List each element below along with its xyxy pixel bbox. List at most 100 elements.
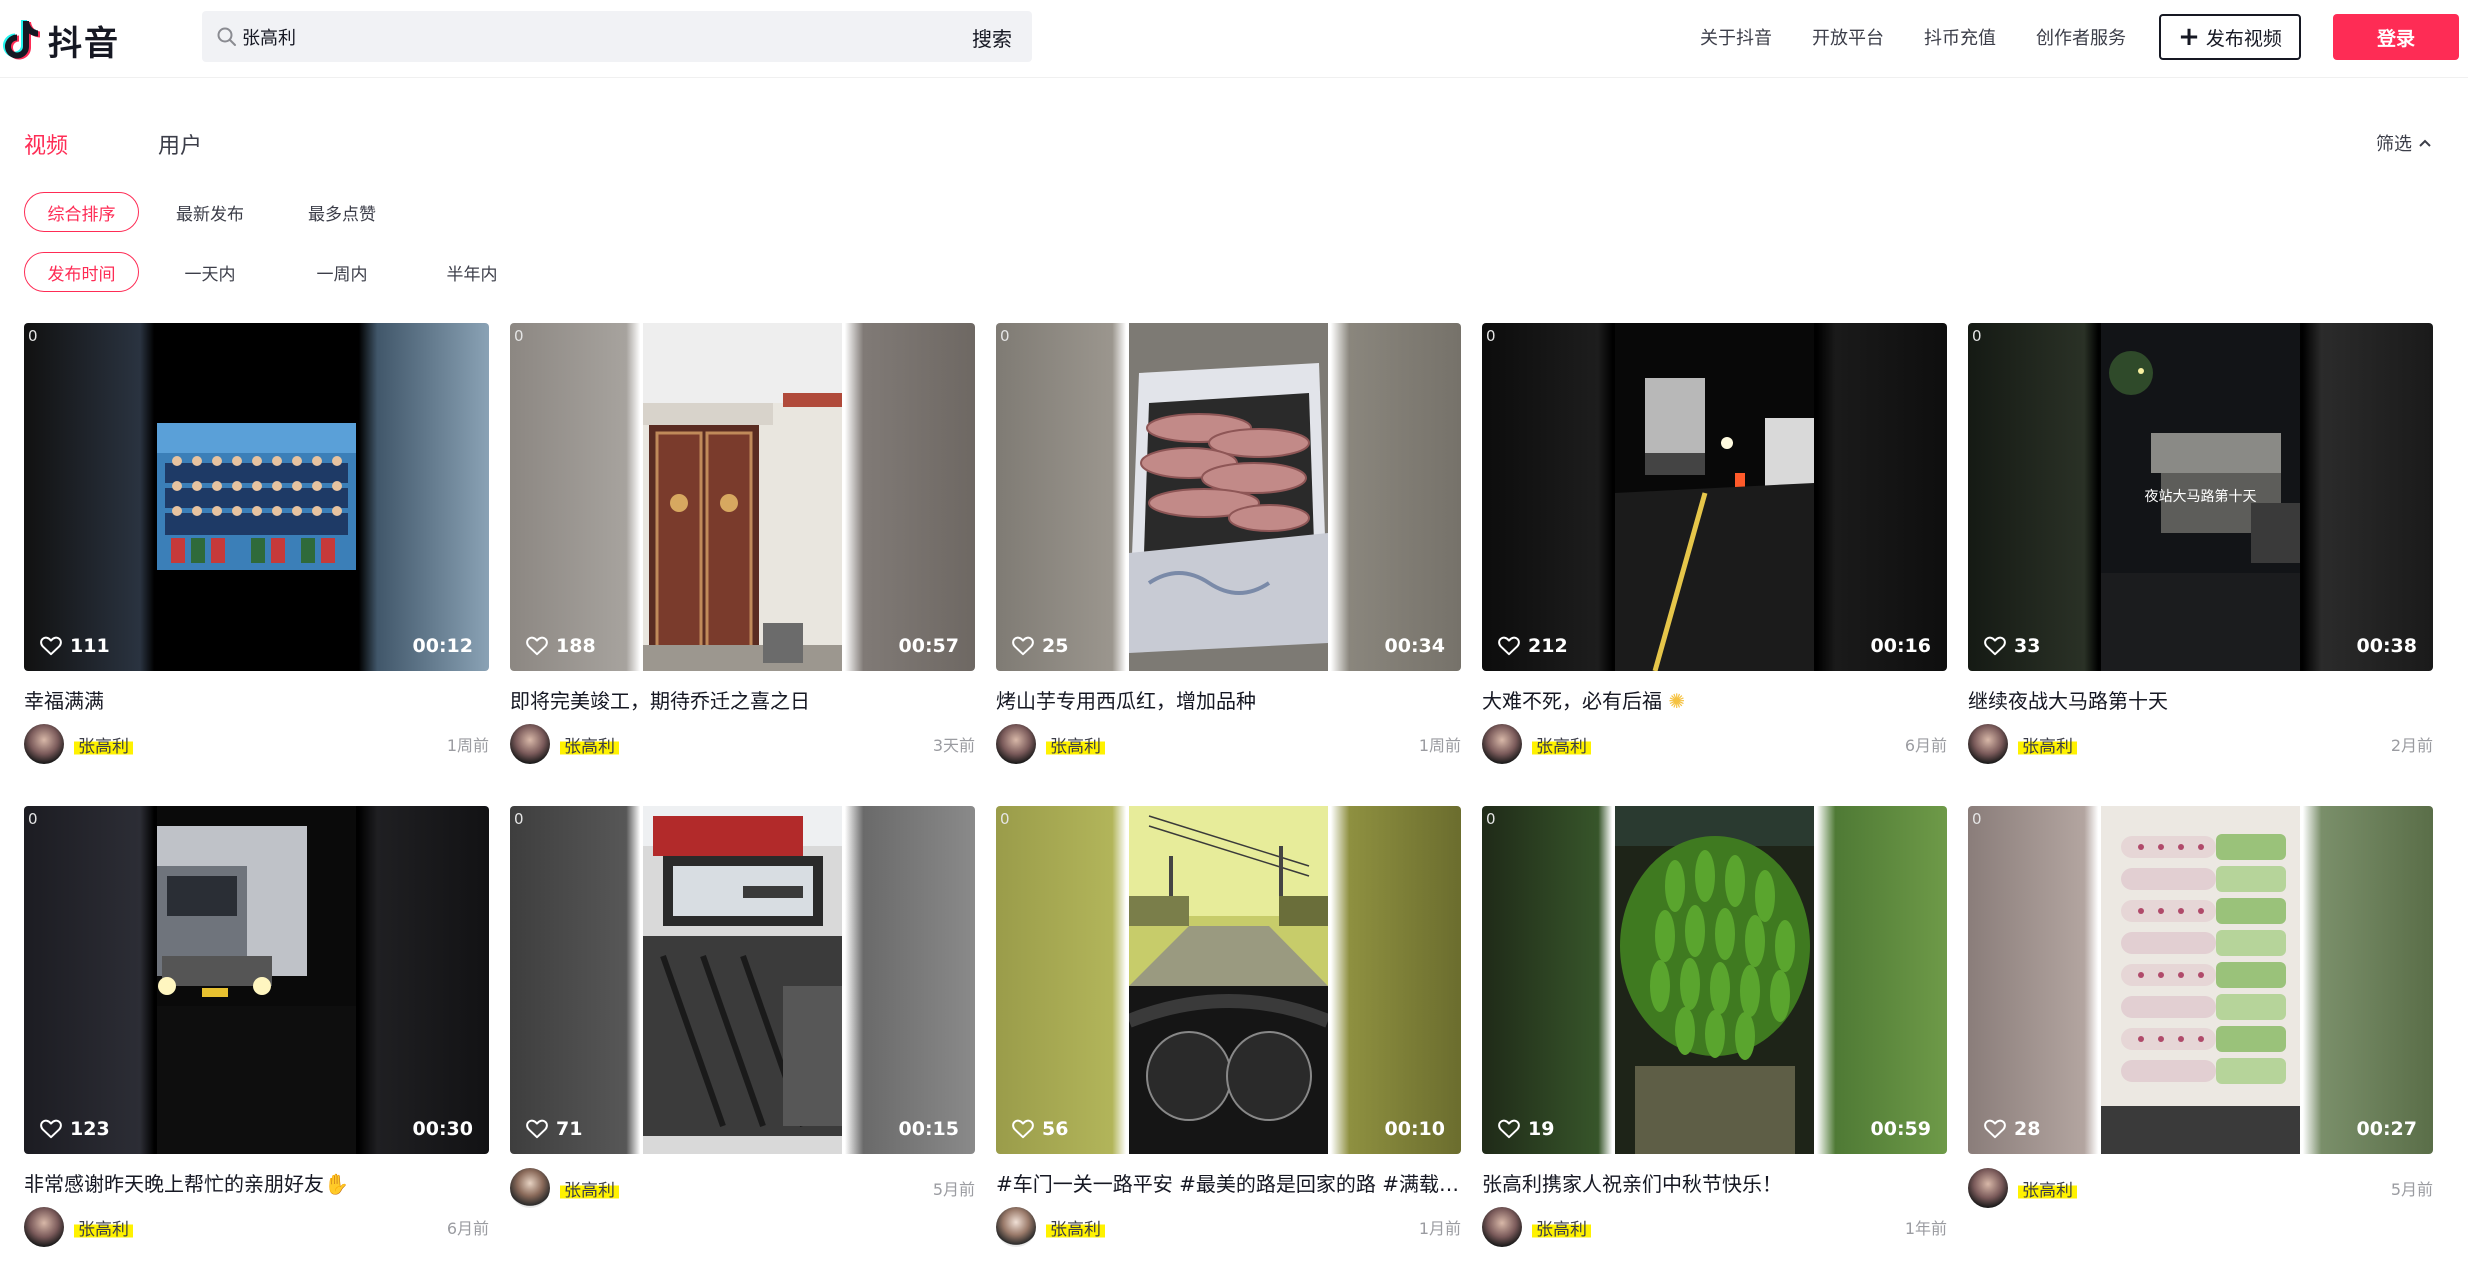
video-card[interactable]: 0 188 00:57 即将完美竣工，期待乔迁之喜之日 张高利 3天前 bbox=[510, 323, 975, 806]
tab-users[interactable]: 用户 bbox=[158, 128, 202, 160]
author-name[interactable]: 张高利 bbox=[1532, 1212, 1591, 1242]
author-name[interactable]: 张高利 bbox=[1532, 729, 1591, 759]
author-name[interactable]: 张高利 bbox=[560, 729, 619, 759]
corner-badge: 0 bbox=[1972, 327, 1982, 345]
filter-toggle[interactable]: 筛选 bbox=[2376, 130, 2432, 156]
time-filter-label[interactable]: 发布时间 bbox=[24, 252, 139, 292]
chevron-up-icon bbox=[2419, 139, 2431, 147]
avatar[interactable] bbox=[24, 1207, 64, 1247]
like-count-value: 111 bbox=[70, 635, 110, 657]
login-button[interactable]: 登录 bbox=[2333, 14, 2459, 60]
door-image bbox=[643, 323, 842, 671]
praying-hands-emoji-icon: ✋ bbox=[324, 1172, 349, 1196]
video-thumbnail[interactable]: 0 19 00:59 bbox=[1482, 806, 1947, 1154]
douyin-logo-icon bbox=[3, 20, 40, 60]
video-thumbnail[interactable]: 0 188 00:57 bbox=[510, 323, 975, 671]
video-card[interactable]: 0 111 00:12 幸福满满 张高利 1周前 bbox=[24, 323, 489, 806]
video-thumbnail[interactable]: 0 123 00:30 bbox=[24, 806, 489, 1154]
avatar[interactable] bbox=[510, 724, 550, 764]
video-thumbnail[interactable]: 0 28 00:27 bbox=[1968, 806, 2433, 1154]
time-half-year[interactable]: 半年内 bbox=[422, 252, 522, 292]
nav-coin-recharge[interactable]: 抖币充值 bbox=[1924, 24, 1996, 50]
author-name[interactable]: 张高利 bbox=[1046, 729, 1105, 759]
video-thumbnail[interactable]: 0 111 00:12 bbox=[24, 323, 489, 671]
author-name[interactable]: 张高利 bbox=[2018, 729, 2077, 759]
author-name[interactable]: 张高利 bbox=[74, 1212, 133, 1242]
video-grid: 0 111 00:12 幸福满满 张高利 1周前 0 188 00:57 即将完… bbox=[24, 323, 2436, 1262]
post-age: 2月前 bbox=[2390, 736, 2433, 755]
avatar[interactable] bbox=[996, 1207, 1036, 1247]
nav-creator-service[interactable]: 创作者服务 bbox=[2036, 24, 2126, 50]
time-one-week[interactable]: 一周内 bbox=[292, 252, 392, 292]
video-card[interactable]: 0 25 00:34 烤山芋专用西瓜红，增加品种 张高利 1周前 bbox=[996, 323, 1461, 806]
video-duration: 00:30 bbox=[412, 1118, 473, 1140]
video-card[interactable]: 夜站大马路第十天 0 33 00:38 继续夜战大马路第十天 张高利 2月前 bbox=[1968, 323, 2433, 806]
sweet-potato-image bbox=[1129, 323, 1328, 671]
sort-most-liked[interactable]: 最多点赞 bbox=[292, 192, 392, 232]
douyin-logo[interactable]: 抖音 bbox=[2, 10, 120, 70]
author-name[interactable]: 张高利 bbox=[560, 1173, 619, 1203]
class-photo-image bbox=[157, 423, 356, 570]
author-name[interactable]: 张高利 bbox=[2018, 1173, 2077, 1203]
video-duration: 00:57 bbox=[898, 635, 959, 657]
avatar[interactable] bbox=[1482, 1207, 1522, 1247]
thumb-frame bbox=[643, 806, 842, 1154]
video-thumbnail[interactable]: 0 212 00:16 bbox=[1482, 323, 1947, 671]
nav-about[interactable]: 关于抖音 bbox=[1700, 24, 1772, 50]
video-thumbnail[interactable]: 夜站大马路第十天 0 33 00:38 bbox=[1968, 323, 2433, 671]
corner-badge: 0 bbox=[514, 327, 524, 345]
avatar[interactable] bbox=[1482, 724, 1522, 764]
video-card[interactable]: 0 71 00:15 张高利 5月前 bbox=[510, 806, 975, 1262]
heart-icon bbox=[1984, 636, 2006, 656]
post-age: 1月前 bbox=[1418, 1219, 1461, 1238]
heart-icon bbox=[40, 636, 62, 656]
tab-videos[interactable]: 视频 bbox=[24, 128, 68, 160]
corn-image bbox=[2101, 806, 2300, 1154]
sort-latest[interactable]: 最新发布 bbox=[160, 192, 260, 232]
video-duration: 00:16 bbox=[1870, 635, 1931, 657]
video-title[interactable]: 继续夜战大马路第十天 bbox=[1968, 685, 2433, 714]
video-thumbnail[interactable]: 0 56 00:10 bbox=[996, 806, 1461, 1154]
nav-open-platform[interactable]: 开放平台 bbox=[1812, 24, 1884, 50]
avatar[interactable] bbox=[1968, 1168, 2008, 1208]
search-button[interactable]: 搜索 bbox=[972, 23, 1012, 52]
search-input[interactable] bbox=[242, 11, 942, 62]
video-card[interactable]: 0 212 00:16 大难不死，必有后福 ✺ 张高利 6月前 bbox=[1482, 323, 1947, 806]
avatar[interactable] bbox=[996, 724, 1036, 764]
like-count: 19 bbox=[1498, 1118, 1554, 1140]
video-thumbnail[interactable]: 0 71 00:15 bbox=[510, 806, 975, 1154]
upload-video-button[interactable]: + 发布视频 bbox=[2159, 14, 2301, 60]
avatar[interactable] bbox=[1968, 724, 2008, 764]
post-age: 1年前 bbox=[1904, 1219, 1947, 1238]
video-card[interactable]: 0 19 00:59 张高利携家人祝亲们中秋节快乐！ 张高利 1年前 bbox=[1482, 806, 1947, 1262]
author-name[interactable]: 张高利 bbox=[1046, 1212, 1105, 1242]
thumb-frame bbox=[1615, 806, 1814, 1154]
author-row: 张高利 6月前 bbox=[1482, 724, 1947, 764]
video-title[interactable]: 烤山芋专用西瓜红，增加品种 bbox=[996, 685, 1461, 714]
video-card[interactable]: 0 123 00:30 非常感谢昨天晚上帮忙的亲朋好友✋ 张高利 6月前 bbox=[24, 806, 489, 1262]
author-row: 张高利 1年前 bbox=[1482, 1207, 1947, 1247]
like-count-value: 19 bbox=[1528, 1118, 1555, 1140]
video-title[interactable]: 即将完美竣工，期待乔迁之喜之日 bbox=[510, 685, 975, 714]
video-title[interactable]: 非常感谢昨天晚上帮忙的亲朋好友✋ bbox=[24, 1168, 489, 1197]
video-title[interactable]: 大难不死，必有后福 ✺ bbox=[1482, 685, 1947, 714]
author-name[interactable]: 张高利 bbox=[74, 729, 133, 759]
corner-badge: 0 bbox=[1972, 810, 1982, 828]
video-card[interactable]: 0 28 00:27 张高利 5月前 bbox=[1968, 806, 2433, 1262]
video-title[interactable]: 张高利携家人祝亲们中秋节快乐！ bbox=[1482, 1168, 1947, 1197]
video-title[interactable]: 幸福满满 bbox=[24, 685, 489, 714]
like-count-value: 188 bbox=[556, 635, 596, 657]
video-duration: 00:34 bbox=[1384, 635, 1445, 657]
like-count-value: 25 bbox=[1042, 635, 1069, 657]
time-one-day[interactable]: 一天内 bbox=[160, 252, 260, 292]
avatar[interactable] bbox=[510, 1168, 550, 1208]
upload-video-label: 发布视频 bbox=[2205, 27, 2282, 50]
thumb-frame bbox=[1129, 323, 1328, 671]
video-title-text: 大难不死，必有后福 bbox=[1482, 689, 1662, 713]
avatar[interactable] bbox=[24, 724, 64, 764]
sort-comprehensive[interactable]: 综合排序 bbox=[24, 192, 139, 232]
top-header: 抖音 搜索 关于抖音 开放平台 抖币充值 创作者服务 + 发布视频 登录 bbox=[0, 0, 2468, 78]
video-thumbnail[interactable]: 0 25 00:34 bbox=[996, 323, 1461, 671]
video-title[interactable]: #车门一关一路平安 #最美的路是回家的路 #满载… bbox=[996, 1168, 1461, 1197]
video-card[interactable]: 0 56 00:10 #车门一关一路平安 #最美的路是回家的路 #满载… 张高利… bbox=[996, 806, 1461, 1262]
